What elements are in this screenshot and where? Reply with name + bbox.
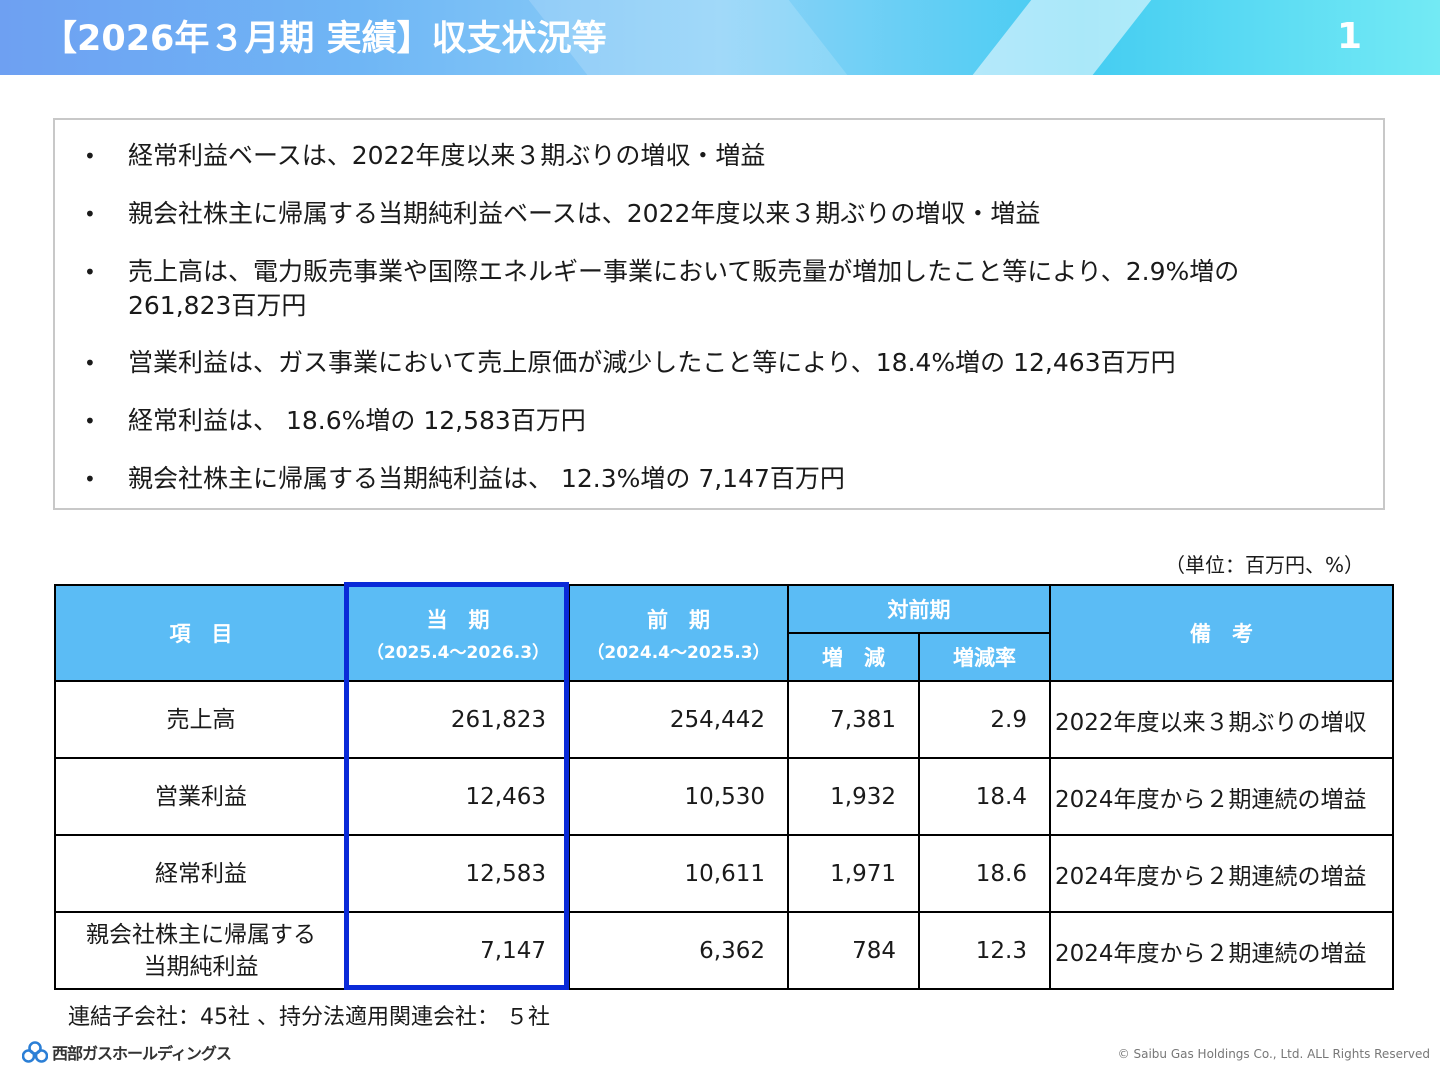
summary-bullet: 営業利益は、ガス事業において売上原価が減少したこと等により、18.4%増の 12… [84,346,1328,380]
current-value: 7,147 [346,911,570,990]
footnote: 連結子会社：45社 、持分法適用関連会社： ５社 [68,1005,550,1030]
page-number: 1 [1336,16,1362,57]
header-decoration [937,0,1183,75]
change-value: 7,381 [787,680,920,759]
change-value: 784 [787,911,920,990]
remarks-value: 2022年度以来３期ぶりの増収 [1049,680,1394,759]
remarks-value: 2024年度から２期連続の増益 [1049,834,1394,913]
change-value: 1,971 [787,834,920,913]
summary-bullet: 親会社株主に帰属する当期純利益は、 12.3%増の 7,147百万円 [84,462,1328,496]
table-row: 売上高 261,823 254,442 7,381 2.9 2022年度以来３期… [54,680,1394,759]
copyright: © Saibu Gas Holdings Co., Ltd. ALL Right… [1117,1047,1430,1061]
prior-value: 6,362 [568,911,789,990]
summary-bullet: 親会社株主に帰属する当期純利益ベースは、2022年度以来３期ぶりの増収・増益 [84,197,1328,231]
results-table: 項 目 当 期 （2025.4～2026.3） 前 期 （2024.4～2025… [54,584,1394,990]
current-value: 12,583 [346,834,570,913]
prior-value: 10,530 [568,757,789,836]
change-value: 1,932 [787,757,920,836]
current-value: 261,823 [346,680,570,759]
header-change: 増 減 [787,632,920,682]
company-logo: 西部ガスホールディングス [22,1040,232,1064]
change-rate-value: 12.3 [918,911,1051,990]
summary-bullet: 経常利益は、 18.6%増の 12,583百万円 [84,404,1328,438]
row-label: 売上高 [54,680,348,759]
header-remarks: 備 考 [1049,584,1394,682]
change-rate-value: 18.4 [918,757,1051,836]
unit-label: （単位：百万円、%） [1164,553,1364,577]
remarks-value: 2024年度から２期連続の増益 [1049,757,1394,836]
logo-icon [22,1041,48,1063]
table-row: 親会社株主に帰属する 当期純利益 7,147 6,362 784 12.3 20… [54,911,1394,990]
header-banner: 【2026年３月期 実績】収支状況等 1 [0,0,1440,75]
row-label: 営業利益 [54,757,348,836]
header-change-rate: 増減率 [918,632,1051,682]
remarks-value: 2024年度から２期連続の増益 [1049,911,1394,990]
table-row: 経常利益 12,583 10,611 1,971 18.6 2024年度から２期… [54,834,1394,913]
header-current-period: 当 期 （2025.4～2026.3） [346,584,570,682]
logo-text: 西部ガスホールディングス [52,1044,232,1063]
change-rate-value: 2.9 [918,680,1051,759]
row-label: 親会社株主に帰属する 当期純利益 [54,911,348,990]
prior-value: 254,442 [568,680,789,759]
change-rate-value: 18.6 [918,834,1051,913]
summary-bullet: 売上高は、電力販売事業や国際エネルギー事業において販売量が増加したこと等により、… [84,255,1328,323]
page-title: 【2026年３月期 実績】収支状況等 [42,19,607,59]
header-prior-period: 前 期 （2024.4～2025.3） [568,584,789,682]
table-row: 営業利益 12,463 10,530 1,932 18.4 2024年度から２期… [54,757,1394,836]
header-yoy: 対前期 [787,584,1051,634]
header-item: 項 目 [54,584,348,682]
current-value: 12,463 [346,757,570,836]
row-label: 経常利益 [54,834,348,913]
prior-value: 10,611 [568,834,789,913]
summary-box: 経常利益ベースは、2022年度以来３期ぶりの増収・増益 親会社株主に帰属する当期… [53,118,1385,510]
summary-bullet: 経常利益ベースは、2022年度以来３期ぶりの増収・増益 [84,139,1328,173]
